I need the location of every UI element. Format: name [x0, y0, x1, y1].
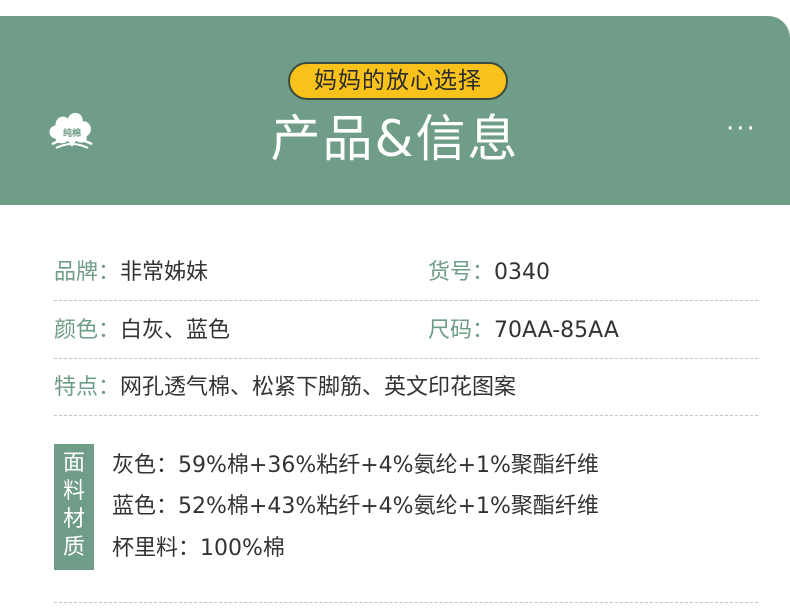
more-dots-icon[interactable]: ···: [726, 116, 757, 142]
info-row-brand: 品牌：非常姊妹 货号：0340: [54, 244, 758, 301]
feature-field: 特点：网孔透气棉、松紧下脚筋、英文印花图案: [54, 373, 516, 403]
bottom-divider: [54, 602, 758, 603]
material-heading: 面 料 材 质: [54, 444, 94, 570]
material-heading-char: 材: [62, 507, 85, 532]
logo-label: 纯棉: [62, 129, 81, 139]
page-title: 产品&信息: [270, 110, 520, 168]
size-field: 尺码：70AA-85AA: [428, 316, 619, 346]
feature-value: 网孔透气棉、松紧下脚筋、英文印花图案: [120, 375, 517, 400]
material-heading-char: 料: [62, 479, 85, 504]
material-line-blue: 蓝色：52%棉+43%粘纤+4%氨纶+1%聚酯纤维: [112, 494, 599, 519]
tagline-pill: 妈妈的放心选择: [288, 62, 508, 100]
material-heading-char: 面: [62, 451, 85, 476]
item-no-field: 货号：0340: [428, 258, 550, 288]
brand-label: 品牌：: [54, 260, 121, 285]
brand-value: 非常姊妹: [120, 260, 209, 285]
header-banner: 纯棉 妈妈的放心选择 产品&信息 ···: [0, 16, 790, 205]
material-line-gray: 灰色：59%棉+36%粘纤+4%氨纶+1%聚酯纤维: [112, 453, 599, 478]
info-row-feature: 特点：网孔透气棉、松紧下脚筋、英文印花图案: [54, 359, 758, 416]
brand-field: 品牌：非常姊妹: [54, 258, 208, 288]
size-value: 70AA-85AA: [494, 318, 619, 343]
size-label: 尺码：: [428, 318, 495, 343]
material-line-lining: 杯里料：100%棉: [112, 536, 285, 561]
color-label: 颜色：: [54, 318, 121, 343]
cotton-logo-icon: 纯棉: [46, 104, 98, 154]
color-field: 颜色：白灰、蓝色: [54, 316, 230, 346]
item-no-label: 货号：: [428, 260, 495, 285]
color-value: 白灰、蓝色: [120, 318, 231, 343]
feature-label: 特点：: [54, 375, 121, 400]
info-row-color: 颜色：白灰、蓝色 尺码：70AA-85AA: [54, 302, 758, 359]
material-heading-char: 质: [62, 535, 85, 560]
item-no-value: 0340: [494, 260, 551, 285]
